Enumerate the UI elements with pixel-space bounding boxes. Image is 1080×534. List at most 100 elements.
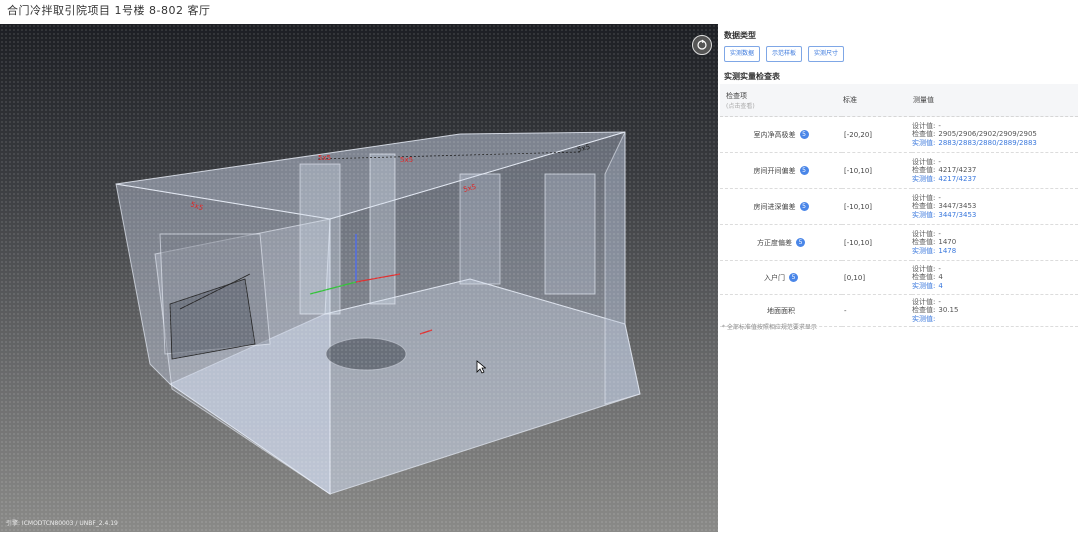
measured-size-button[interactable]: 实测尺寸 <box>808 46 845 62</box>
check-item-label: 地面面积 <box>767 306 795 315</box>
check-item-cell[interactable]: 入户门 5 <box>720 260 842 295</box>
count-badge[interactable]: 5 <box>789 273 798 282</box>
check-item-label: 房间开间偏差 <box>753 166 796 175</box>
right-wall <box>604 131 641 405</box>
check-item-cell[interactable]: 方正度偏差 5 <box>720 224 842 261</box>
table-title: 实测实量检查表 <box>724 72 780 81</box>
value-text: - <box>938 264 941 273</box>
check-item-cell[interactable]: 房间开间偏差 5 <box>720 152 842 189</box>
value-label: 设计值: <box>912 229 936 238</box>
measurement-label: 5x5 <box>400 156 413 164</box>
value-line: 设计值: - <box>912 194 1078 202</box>
count-badge[interactable]: 5 <box>796 238 805 247</box>
measured-header: 测量值 <box>912 84 1078 117</box>
partition-column <box>369 153 396 305</box>
value-text: 1478 <box>938 246 957 255</box>
3d-model-viewer[interactable]: 5x5 5x5 5x5 5x5 5x5 引擎: ICMODTCN80003 / … <box>0 24 718 532</box>
value-line: 设计值: - <box>912 158 1078 166</box>
check-item-label: 房间进深偏差 <box>753 202 796 211</box>
right-panel: 数据类型 实测数据 示范样板 实测尺寸 实测实量检查表 检查项 (点击查看) 标… <box>720 24 1078 534</box>
standard-cell: [-20,20] <box>842 116 912 153</box>
measured-values-cell: 设计值: - 检查值: 4 实测值: 4 <box>912 260 1078 295</box>
count-badge[interactable]: 5 <box>799 166 809 175</box>
value-label: 实测值: <box>912 246 936 255</box>
count-badge[interactable]: 5 <box>799 202 809 211</box>
measured-values-cell: 设计值: - 检查值: 3447/3453 实测值: 3447/3453 <box>912 188 1078 225</box>
breadcrumb: 合门冷拌取引院项目 1号楼 8-802 客厅 <box>7 4 211 17</box>
value-label: 检查值: <box>912 202 936 211</box>
measured-values-cell: 设计值: - 检查值: 30.15 实测值: <box>912 294 1078 328</box>
value-text: 2905/2906/2902/2909/2905 <box>938 130 1037 139</box>
measurement-label: 5x5 <box>318 154 331 162</box>
value-label: 设计值: <box>912 298 936 306</box>
value-line: 实测值: 4217/4237 <box>912 175 1078 183</box>
inspection-table: 检查项 (点击查看) 标准 测量值 室内净高极差 5 [-20,20] 设计值: - 检查… <box>720 84 1078 328</box>
value-label: 设计值: <box>912 157 936 166</box>
value-line: 检查值: 4217/4237 <box>912 166 1078 174</box>
value-line: 检查值: 2905/2906/2902/2909/2905 <box>912 130 1078 138</box>
value-text: - <box>938 298 941 306</box>
value-line: 实测值: 1478 <box>912 247 1078 255</box>
value-label: 设计值: <box>912 193 936 202</box>
item-header: 检查项 (点击查看) <box>720 84 842 117</box>
sample-board-button[interactable]: 示范样板 <box>766 46 803 62</box>
engine-version-text: 引擎: ICMODTCN80003 / UNBF_2.4.19 <box>6 520 118 527</box>
item-header-sub: (点击查看) <box>726 102 755 110</box>
value-text: 2883/2883/2880/2889/2883 <box>938 138 1037 147</box>
standard-cell: [0,10] <box>842 260 912 295</box>
check-item-label: 室内净高极差 <box>753 130 796 139</box>
value-label: 检查值: <box>912 273 936 282</box>
standard-cell: [-10,10] <box>842 152 912 189</box>
value-label: 实测值: <box>912 174 936 183</box>
table-row[interactable]: 方正度偏差 5 [-10,10] 设计值: - 检查值: 1470 实测值: 1478 <box>720 224 1078 261</box>
standard-cell: [-10,10] <box>842 188 912 225</box>
item-header-label: 检查项 <box>726 91 747 100</box>
table-header-row: 检查项 (点击查看) 标准 测量值 <box>720 84 1078 117</box>
table-row[interactable]: 室内净高极差 5 [-20,20] 设计值: - 检查值: 2905/2906/2902/2… <box>720 116 1078 153</box>
standard-cell: - <box>842 294 912 328</box>
measured-values-cell: 设计值: - 检查值: 2905/2906/2902/2909/2905 实测值: 288… <box>912 116 1078 153</box>
arrow-cursor-icon <box>476 359 487 378</box>
check-item-cell[interactable]: 房间进深偏差 5 <box>720 188 842 225</box>
value-text: 4 <box>938 273 943 282</box>
value-line: 设计值: - <box>912 265 1078 273</box>
measured-values-cell: 设计值: - 检查值: 4217/4237 实测值: 4217/4237 <box>912 152 1078 189</box>
value-label: 实测值: <box>912 138 936 147</box>
value-line: 实测值: 2883/2883/2880/2889/2883 <box>912 139 1078 147</box>
partition-column <box>544 173 596 295</box>
value-label: 设计值: <box>912 264 936 273</box>
check-item-label: 方正度偏差 <box>757 238 792 247</box>
table-row[interactable]: 房间开间偏差 5 [-10,10] 设计值: - 检查值: 4217/4237 实测值: 421… <box>720 152 1078 189</box>
room-wireframe-model[interactable]: 5x5 5x5 5x5 5x5 5x5 <box>0 24 718 532</box>
value-label: 设计值: <box>912 121 936 130</box>
count-badge[interactable]: 5 <box>799 130 809 139</box>
value-line: 实测值: <box>912 315 1078 323</box>
table-row[interactable]: 入户门 5 [0,10] 设计值: - 检查值: 4 实测值: 4 <box>720 260 1078 295</box>
value-text: 4 <box>938 281 943 290</box>
value-text: 30.15 <box>938 306 959 315</box>
value-text: - <box>938 229 941 238</box>
value-line: 实测值: 4 <box>912 282 1078 290</box>
value-label: 检查值: <box>912 166 936 175</box>
value-label: 实测值: <box>912 314 936 323</box>
value-text: - <box>938 157 941 166</box>
data-type-buttons: 实测数据 示范样板 实测尺寸 <box>724 46 845 62</box>
value-line: 检查值: 4 <box>912 273 1078 281</box>
data-type-title: 数据类型 <box>724 31 756 40</box>
measured-values-cell: 设计值: - 检查值: 1470 实测值: 1478 <box>912 224 1078 261</box>
measured-data-button[interactable]: 实测数据 <box>724 46 761 62</box>
value-text: 1470 <box>938 238 957 247</box>
value-label: 检查值: <box>912 130 936 139</box>
value-line: 检查值: 1470 <box>912 238 1078 246</box>
check-item-cell[interactable]: 室内净高极差 5 <box>720 116 842 153</box>
value-text: - <box>938 193 941 202</box>
table-row[interactable]: 房间进深偏差 5 [-10,10] 设计值: - 检查值: 3447/3453 实测值: 344… <box>720 188 1078 225</box>
value-label: 实测值: <box>912 210 936 219</box>
standard-cell: [-10,10] <box>842 224 912 261</box>
value-text: 4217/4237 <box>938 166 977 175</box>
value-label: 检查值: <box>912 306 936 315</box>
value-text: 4217/4237 <box>938 174 977 183</box>
refresh-circle-icon[interactable] <box>692 35 712 55</box>
value-line: 检查值: 3447/3453 <box>912 202 1078 210</box>
standard-header: 标准 <box>842 84 912 117</box>
